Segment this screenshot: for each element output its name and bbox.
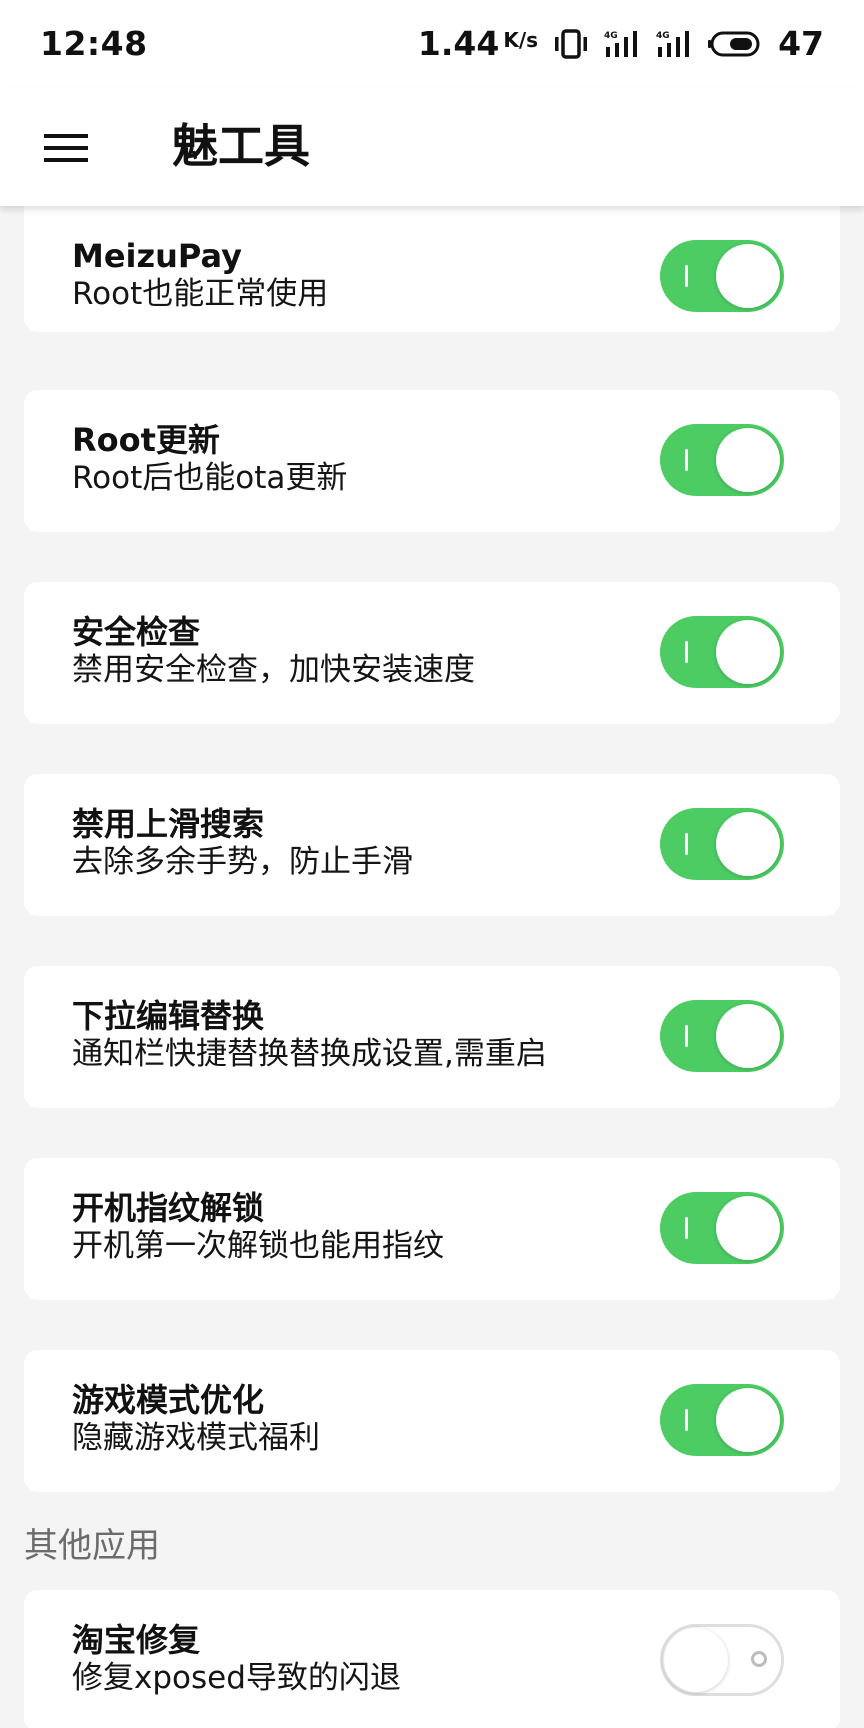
toggle-knob: [716, 1004, 780, 1068]
disable-swipe-search-toggle[interactable]: [660, 808, 784, 880]
toggle-knob: [664, 1628, 728, 1692]
setting-title: MeizuPay: [72, 237, 242, 275]
vibrate-icon: [554, 28, 588, 59]
setting-title: 安全检查: [72, 613, 201, 651]
toggle-on-mark-icon: [685, 833, 688, 855]
setting-card-disable-swipe-search: 禁用上滑搜索 去除多余手势，防止手滑: [24, 774, 840, 916]
setting-description: 禁用安全检查，加快安装速度: [72, 652, 475, 688]
network-type-1: 4G: [604, 31, 618, 41]
toggle-on-mark-icon: [685, 265, 688, 287]
setting-card-meizupay: MeizuPay Root也能正常使用: [24, 206, 840, 332]
setting-card-game-mode-optimize: 游戏模式优化 隐藏游戏模式福利: [24, 1350, 840, 1492]
toggle-on-mark-icon: [685, 449, 688, 471]
signal-1-icon: 4G: [604, 29, 640, 59]
setting-card-security-check: 安全检查 禁用安全检查，加快安装速度: [24, 582, 840, 724]
toggle-knob: [716, 620, 780, 684]
taobao-fix-toggle[interactable]: [660, 1624, 784, 1696]
toggle-knob: [716, 244, 780, 308]
toggle-knob: [716, 1388, 780, 1452]
meizupay-toggle[interactable]: [660, 240, 784, 312]
game-mode-optimize-toggle[interactable]: [660, 1384, 784, 1456]
setting-title: 下拉编辑替换: [72, 997, 265, 1035]
toggle-on-mark-icon: [685, 1409, 688, 1431]
toggle-on-mark-icon: [685, 1025, 688, 1047]
setting-card-root-update: Root更新 Root后也能ota更新: [24, 390, 840, 532]
net-speed: 1.44 K/s: [418, 24, 538, 63]
setting-title: 游戏模式优化: [72, 1381, 265, 1419]
toggle-knob: [716, 428, 780, 492]
security-check-toggle[interactable]: [660, 616, 784, 688]
toggle-knob: [716, 1196, 780, 1260]
setting-description: 修复xposed导致的闪退: [72, 1660, 401, 1696]
section-header-other-apps: 其他应用: [24, 1526, 160, 1566]
app-bar: 魅工具: [0, 88, 864, 206]
setting-title: 开机指纹解锁: [72, 1189, 265, 1227]
setting-description: 通知栏快捷替换替换成设置,需重启: [72, 1036, 547, 1072]
hamburger-menu-icon[interactable]: [36, 118, 96, 178]
setting-description: Root也能正常使用: [72, 276, 329, 312]
app-title: 魅工具: [172, 119, 310, 173]
status-icons: 1.44 K/s 4G 4G 47: [418, 24, 824, 63]
status-bar: 12:48 1.44 K/s 4G 4G 47: [0, 0, 864, 88]
battery-level: 47: [778, 24, 824, 63]
signal-2-icon: 4G: [656, 29, 692, 59]
boot-fingerprint-unlock-toggle[interactable]: [660, 1192, 784, 1264]
pulldown-edit-replace-toggle[interactable]: [660, 1000, 784, 1072]
setting-title: 禁用上滑搜索: [72, 805, 265, 843]
net-speed-unit: K/s: [503, 28, 539, 52]
setting-title: 淘宝修复: [72, 1621, 201, 1659]
setting-card-taobao-fix: 淘宝修复 修复xposed导致的闪退: [24, 1590, 840, 1728]
battery-icon: [708, 30, 762, 58]
toggle-on-mark-icon: [685, 1217, 688, 1239]
setting-card-pulldown-edit-replace: 下拉编辑替换 通知栏快捷替换替换成设置,需重启: [24, 966, 840, 1108]
status-time: 12:48: [40, 24, 148, 63]
setting-description: Root后也能ota更新: [72, 460, 348, 496]
setting-description: 去除多余手势，防止手滑: [72, 844, 413, 880]
toggle-off-mark-icon: [751, 1651, 767, 1667]
network-type-2: 4G: [656, 31, 670, 41]
setting-title: Root更新: [72, 421, 220, 459]
toggle-knob: [716, 812, 780, 876]
setting-card-boot-fingerprint-unlock: 开机指纹解锁 开机第一次解锁也能用指纹: [24, 1158, 840, 1300]
setting-description: 开机第一次解锁也能用指纹: [72, 1228, 444, 1264]
net-speed-value: 1.44: [417, 24, 500, 63]
settings-list[interactable]: MeizuPay Root也能正常使用 Root更新 Root后也能ota更新 …: [0, 206, 864, 1728]
toggle-on-mark-icon: [685, 641, 688, 663]
root-update-toggle[interactable]: [660, 424, 784, 496]
setting-description: 隐藏游戏模式福利: [72, 1420, 320, 1456]
